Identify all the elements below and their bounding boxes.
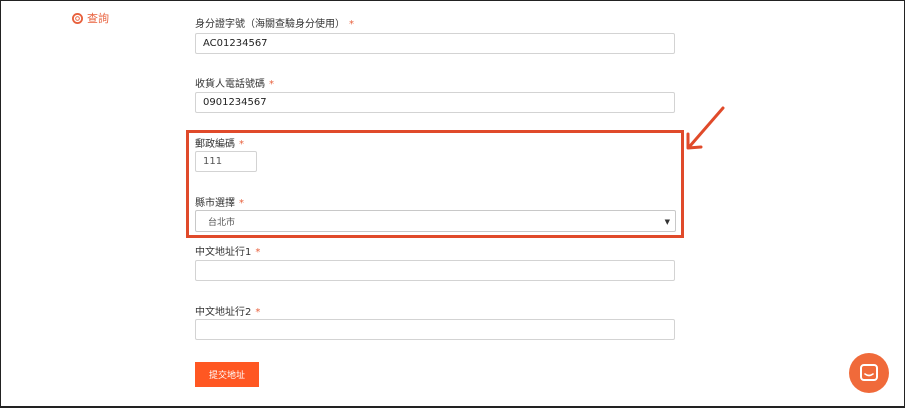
chat-button[interactable]: [849, 353, 889, 393]
address2-input[interactable]: [195, 319, 675, 340]
address2-label: 中文地址行2 *: [195, 307, 261, 318]
sidebar-query-link[interactable]: 查詢: [72, 10, 109, 26]
sidebar-query-label: 查詢: [87, 12, 109, 25]
annotation-arrow-icon: [686, 106, 725, 150]
phone-input[interactable]: [195, 92, 675, 113]
address1-label: 中文地址行1 *: [195, 247, 261, 258]
address1-input[interactable]: [195, 260, 675, 281]
submit-address-button[interactable]: 提交地址: [195, 362, 259, 387]
phone-label: 收貨人電話號碼 *: [195, 79, 274, 90]
id-number-input[interactable]: [195, 33, 675, 54]
id-number-label: 身分證字號（海關查驗身分使用） *: [195, 19, 354, 30]
highlight-box: [186, 130, 684, 238]
lifebuoy-icon: [72, 12, 83, 24]
chat-icon: [860, 364, 878, 381]
